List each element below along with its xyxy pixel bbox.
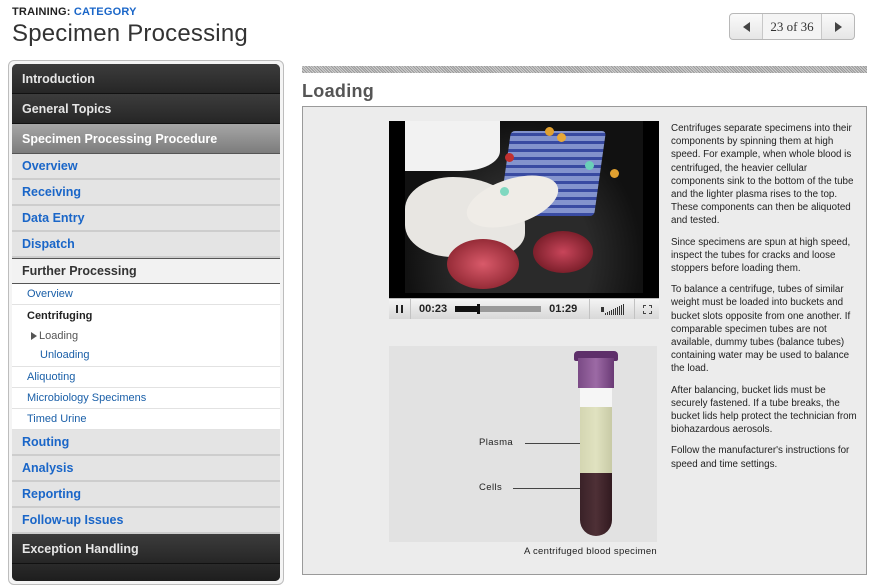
cells-leader-line (513, 488, 580, 489)
triangle-right-icon (834, 21, 842, 32)
plasma-label: Plasma (479, 437, 514, 448)
sidebar-footer (12, 564, 280, 581)
current-page-arrow-icon (31, 331, 37, 340)
lesson-text: Centrifuges separate specimens into thei… (671, 122, 861, 479)
page-pager: 23 of 36 (729, 13, 855, 40)
fullscreen-button[interactable] (635, 299, 659, 319)
tube-plasma-layer (580, 407, 612, 473)
nav-sub-data-entry[interactable]: Data Entry (12, 206, 280, 232)
nav-subleaf-unloading[interactable]: Unloading (12, 345, 280, 367)
nav-leaf-aliquoting[interactable]: Aliquoting (12, 367, 280, 388)
section-divider (302, 66, 867, 73)
lesson-paragraph: To balance a centrifuge, tubes of simila… (671, 284, 851, 375)
plasma-leader-line (525, 443, 580, 444)
tube-stopper (578, 358, 614, 388)
nav-sub-routing[interactable]: Routing (12, 430, 280, 456)
nav-item-general-topics[interactable]: General Topics (12, 94, 280, 124)
video-elapsed-time: 00:23 (419, 303, 448, 315)
tube-cells-layer (580, 473, 612, 536)
page-header: TRAINING: CATEGORY Specimen Processing (12, 6, 248, 48)
video-tube-cap (610, 169, 619, 178)
volume-icon (600, 306, 604, 312)
page-counter: 23 of 36 (763, 14, 821, 39)
breadcrumb-category-link[interactable]: CATEGORY (74, 6, 137, 18)
blood-tube-diagram: Plasma Cells (389, 346, 657, 542)
video-tube-cap (585, 161, 594, 170)
tube-air-gap (580, 388, 612, 407)
nav-sub-reporting[interactable]: Reporting (12, 482, 280, 508)
nav-sub-analysis[interactable]: Analysis (12, 456, 280, 482)
video-tube-cap (505, 153, 514, 162)
nav-item-exception-handling[interactable]: Exception Handling (12, 534, 280, 564)
video-centrifuge-bucket-right (533, 231, 593, 273)
volume-level-bars[interactable] (604, 303, 624, 315)
nav-sub-further-processing[interactable]: Further Processing (12, 258, 280, 284)
video-centrifuge-bucket-left (447, 239, 519, 289)
video-lab-coat-sleeve (405, 121, 500, 171)
lesson-paragraph: Follow the manufacturer's instructions f… (671, 445, 850, 470)
video-seek-bar[interactable] (455, 304, 542, 314)
pause-icon (396, 305, 403, 313)
nav-sub-receiving[interactable]: Receiving (12, 180, 280, 206)
breadcrumb-prefix: TRAINING: (12, 6, 71, 18)
lesson-paragraph: Since specimens are spun at high speed, … (671, 236, 851, 275)
nav-leaf-centrifuging[interactable]: Centrifuging (12, 305, 280, 326)
nav-leaf-centrifuging-label: Centrifuging (27, 309, 93, 322)
sidebar-frame: Introduction General Topics Specimen Pro… (8, 60, 284, 585)
nav-sub-follow-up-issues[interactable]: Follow-up Issues (12, 508, 280, 534)
sidebar-nav: Introduction General Topics Specimen Pro… (12, 64, 280, 581)
nav-leaf-microbiology-specimens[interactable]: Microbiology Specimens (12, 388, 280, 409)
lesson-paragraph: After balancing, bucket lids must be sec… (671, 384, 857, 436)
nav-leaf-timed-urine[interactable]: Timed Urine (12, 409, 280, 430)
nav-leaf-overview[interactable]: Overview (12, 284, 280, 305)
nav-sub-dispatch[interactable]: Dispatch (12, 232, 280, 258)
volume-control[interactable] (589, 299, 636, 319)
nav-sub-overview[interactable]: Overview (12, 154, 280, 180)
cells-label: Cells (479, 482, 503, 493)
content-panel: 00:23 01:29 Plasma Cells A centrifuged b… (302, 106, 867, 575)
page-title: Specimen Processing (12, 20, 248, 47)
previous-page-button[interactable] (730, 14, 763, 39)
pause-button[interactable] (389, 299, 411, 319)
breadcrumb: TRAINING: CATEGORY (12, 6, 248, 18)
nav-subleaf-loading[interactable]: Loading (12, 326, 280, 345)
nav-item-introduction[interactable]: Introduction (12, 64, 280, 94)
video-tube-cap (500, 187, 509, 196)
triangle-left-icon (742, 21, 750, 32)
diagram-caption: A centrifuged blood specimen (523, 546, 657, 557)
fullscreen-icon (642, 304, 652, 314)
next-page-button[interactable] (821, 14, 854, 39)
video-duration: 01:29 (549, 303, 578, 315)
further-processing-panel: Overview Centrifuging Loading Unloading … (12, 284, 280, 430)
video-tube-cap (545, 127, 554, 136)
section-title: Loading (302, 81, 375, 101)
nav-item-specimen-processing-procedure[interactable]: Specimen Processing Procedure (12, 124, 280, 154)
video-tube-cap (557, 133, 566, 142)
nav-subleaf-loading-label: Loading (39, 329, 79, 342)
video-controls: 00:23 01:29 (389, 298, 659, 319)
video-frame[interactable] (405, 121, 643, 293)
video-seek-handle[interactable] (476, 304, 480, 314)
video-seek-progress (455, 306, 478, 312)
video-player[interactable]: 00:23 01:29 (389, 121, 659, 319)
lesson-paragraph: Centrifuges separate specimens into thei… (671, 123, 854, 227)
